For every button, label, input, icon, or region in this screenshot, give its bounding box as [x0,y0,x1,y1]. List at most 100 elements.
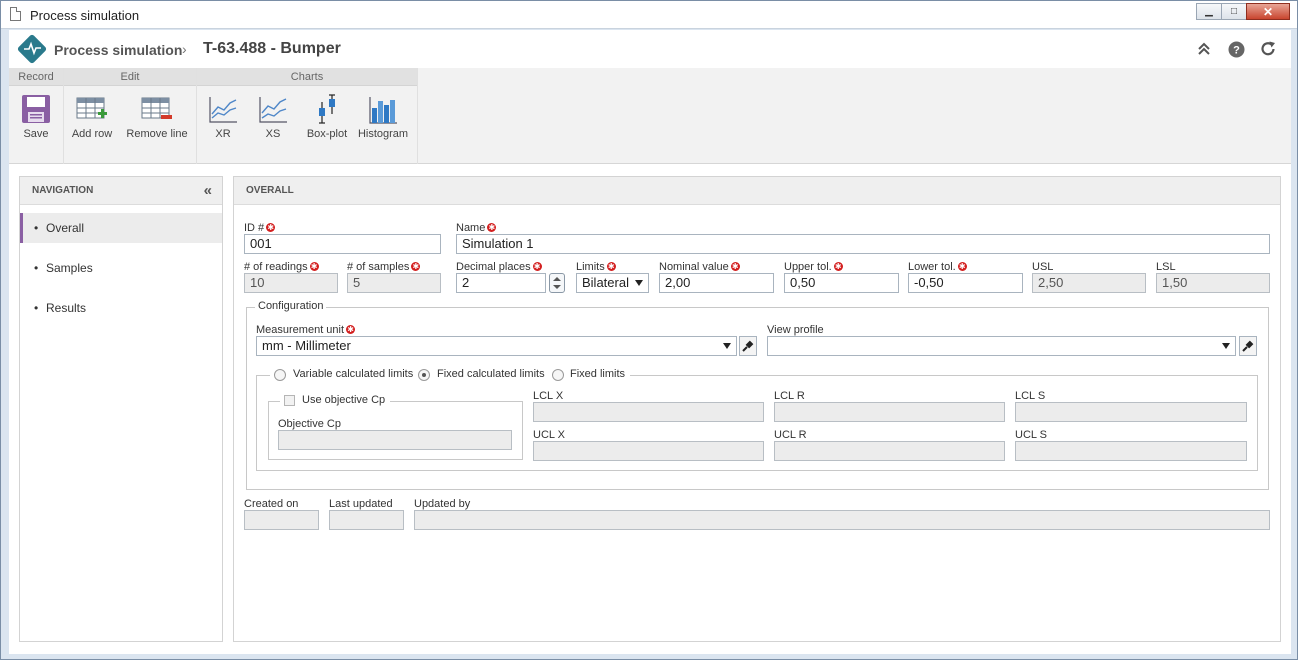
add-row-button[interactable]: Add row [70,92,114,140]
window-title: Process simulation [30,8,140,23]
close-button[interactable]: ✕ [1246,3,1290,20]
help-icon: ? [1228,41,1244,57]
use-objective-cp-checkbox[interactable] [284,395,295,406]
id-field[interactable]: 001 [244,234,441,254]
measurement-unit-label-text: Measurement unit [256,324,345,336]
main-header: OVERALL [234,177,1280,205]
lcl-x-label: LCL X [533,390,564,402]
toolbar-group-label: Edit [64,68,196,86]
upper-tol-field[interactable]: 0,50 [784,273,899,293]
ucl-s-field[interactable] [1015,441,1247,461]
collapse-navigation-icon[interactable]: « [204,177,212,205]
id-label-text: ID # [244,222,265,234]
lcl-s-field[interactable] [1015,402,1247,422]
lsl-field[interactable]: 1,50 [1156,273,1270,293]
measurement-unit-select[interactable]: mm - Millimeter [256,336,737,356]
breadcrumb-app[interactable]: Process simulation [54,42,182,58]
nav-item-label: Samples [46,261,93,275]
bullet-icon: • [34,221,39,235]
toolbar-group-label: Charts [197,68,417,86]
toolbar-group-edit: Edit Add row Remove line [64,68,197,164]
updated-by-field[interactable] [414,510,1270,530]
decimal-places-field[interactable]: 2 [456,273,546,293]
readings-label: # of readings ✱ [244,261,319,273]
upper-tol-label: Upper tol. ✱ [784,261,843,273]
fixed-limits-radio[interactable] [552,369,564,381]
variable-calculated-limits-label: Variable calculated limits [293,368,414,380]
name-field[interactable]: Simulation 1 [456,234,1270,254]
navigation-panel: NAVIGATION « • Overall • Samples • Resul… [19,176,223,642]
ucl-r-label: UCL R [774,429,807,441]
ucl-x-field[interactable] [533,441,764,461]
refresh-button[interactable] [1259,40,1277,58]
objective-cp-field[interactable] [278,430,512,450]
navigation-header: NAVIGATION « [20,177,222,205]
name-label-text: Name [456,222,486,234]
required-icon: ✱ [411,262,421,271]
created-on-field[interactable] [244,510,319,530]
lcl-x-field[interactable] [533,402,764,422]
samples-label: # of samples ✱ [347,261,421,273]
page-title: T-63.488 - Bumper [203,40,341,57]
required-icon: ✱ [266,223,276,232]
readings-label-text: # of readings [244,261,308,273]
use-objective-cp-label: Use objective Cp [302,394,386,406]
bullet-icon: • [34,261,39,275]
samples-field[interactable]: 5 [347,273,441,293]
lower-tol-field[interactable]: -0,50 [908,273,1023,293]
nominal-value-label: Nominal value ✱ [659,261,740,273]
box-plot-label: Box-plot [306,128,348,140]
maximize-button[interactable]: □ [1221,3,1247,20]
dropdown-arrow-icon [723,343,731,349]
readings-field[interactable]: 10 [244,273,338,293]
measurement-unit-label: Measurement unit ✱ [256,324,356,336]
add-row-label: Add row [71,128,113,140]
xs-chart-icon [256,92,290,124]
limits-select-value: Bilateral [582,275,629,290]
last-updated-label: Last updated [329,498,393,510]
box-plot-button[interactable]: Box-plot [303,92,351,140]
limits-select[interactable]: Bilateral [576,273,649,293]
minimize-button[interactable]: ▁ [1196,3,1222,20]
collapse-header-button[interactable] [1195,40,1213,58]
fixed-calculated-limits-label: Fixed calculated limits [437,368,545,380]
decimal-places-stepper[interactable] [549,273,565,293]
section-title: OVERALL [246,185,294,196]
nav-item-overall[interactable]: • Overall [20,213,222,243]
document-icon [10,7,21,21]
nav-item-results[interactable]: • Results [20,293,222,323]
usl-field[interactable]: 2,50 [1032,273,1146,293]
histogram-button[interactable]: Histogram [357,92,409,140]
histogram-icon [366,92,400,124]
app-header: Process simulation › T-63.488 - Bumper ? [9,30,1291,68]
lower-tol-label-text: Lower tol. [908,261,956,273]
view-profile-label: View profile [767,324,824,336]
picker-icon [742,340,754,352]
objective-cp-label: Objective Cp [278,418,341,430]
fixed-calculated-limits-radio[interactable] [418,369,430,381]
variable-calculated-limits-radio[interactable] [274,369,286,381]
svg-text:?: ? [1233,44,1240,56]
ucl-r-field[interactable] [774,441,1005,461]
histogram-label: Histogram [357,128,409,140]
xs-chart-label: XS [265,128,281,140]
toolbar-group-label: Record [9,68,63,86]
save-button[interactable]: Save [17,92,55,140]
nominal-value-field[interactable]: 2,00 [659,273,774,293]
remove-line-label: Remove line [126,128,188,140]
xs-chart-button[interactable]: XS [255,92,291,140]
xr-chart-label: XR [215,128,231,140]
xr-chart-button[interactable]: XR [205,92,241,140]
view-profile-picker-button[interactable] [1239,336,1257,356]
fixed-limits-label: Fixed limits [570,368,626,380]
last-updated-field[interactable] [329,510,404,530]
help-button[interactable]: ? [1227,40,1245,58]
remove-line-button[interactable]: Remove line [124,92,190,140]
view-profile-select[interactable] [767,336,1236,356]
save-label: Save [23,128,49,140]
nav-item-samples[interactable]: • Samples [20,253,222,283]
measurement-unit-picker-button[interactable] [739,336,757,356]
add-row-icon [75,92,109,124]
lcl-r-field[interactable] [774,402,1005,422]
lcl-r-label: LCL R [774,390,805,402]
